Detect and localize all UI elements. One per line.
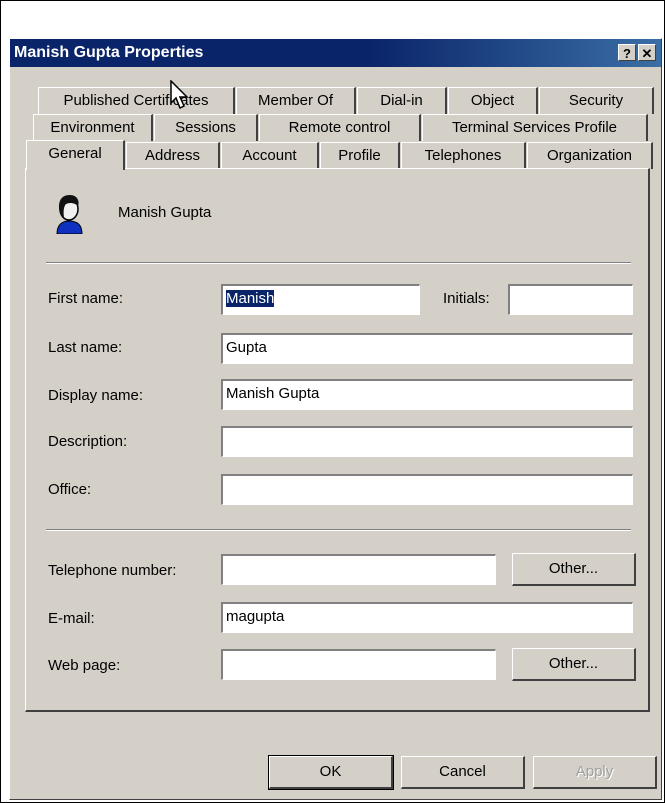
dialog-title: Manish Gupta Properties: [14, 44, 204, 61]
close-button[interactable]: ✕: [638, 44, 656, 61]
tab-object[interactable]: Object: [448, 87, 538, 114]
office-field[interactable]: [221, 474, 633, 505]
first-name-field[interactable]: Manish: [221, 284, 420, 315]
description-field[interactable]: [221, 426, 633, 457]
mouse-cursor-icon: [170, 80, 189, 110]
first-name-label: First name:: [48, 290, 124, 307]
webpage-label: Web page:: [48, 657, 121, 674]
display-name-label: Display name:: [48, 387, 144, 404]
tab-security[interactable]: Security: [539, 87, 654, 114]
tab-telephones[interactable]: Telephones: [401, 142, 526, 169]
separator-bottom: [46, 529, 631, 531]
tab-profile[interactable]: Profile: [320, 142, 400, 169]
last-name-field[interactable]: Gupta: [221, 333, 633, 364]
tab-general[interactable]: General: [26, 140, 125, 170]
initials-field[interactable]: [508, 284, 633, 315]
email-field[interactable]: magupta: [221, 602, 633, 633]
tab-environment[interactable]: Environment: [33, 114, 153, 141]
description-label: Description:: [48, 433, 128, 450]
user-display-name: Manish Gupta: [118, 204, 212, 221]
help-button[interactable]: ?: [618, 44, 636, 61]
tab-published-certificates[interactable]: Published Certificates: [38, 87, 235, 114]
tab-organization[interactable]: Organization: [527, 142, 653, 169]
user-icon: [56, 195, 83, 234]
tab-dial-in[interactable]: Dial-in: [357, 87, 447, 114]
cancel-button[interactable]: Cancel: [401, 756, 525, 789]
ok-button[interactable]: OK: [268, 755, 394, 790]
telephone-label: Telephone number:: [48, 562, 177, 579]
separator-top: [46, 262, 631, 264]
display-name-field[interactable]: Manish Gupta: [221, 379, 633, 410]
tab-remote-control[interactable]: Remote control: [259, 114, 421, 141]
apply-button[interactable]: Apply: [533, 756, 657, 789]
general-tab-panel: Manish Gupta First name: Manish Initials…: [25, 168, 650, 712]
tab-member-of[interactable]: Member Of: [236, 87, 356, 114]
telephone-other-button[interactable]: Other...: [512, 553, 636, 586]
initials-label: Initials:: [443, 290, 490, 307]
telephone-field[interactable]: [221, 554, 496, 585]
tab-sessions[interactable]: Sessions: [154, 114, 258, 141]
last-name-label: Last name:: [48, 339, 123, 356]
webpage-field[interactable]: [221, 649, 496, 680]
tab-address[interactable]: Address: [126, 142, 220, 169]
email-label: E-mail:: [48, 610, 95, 627]
title-bar[interactable]: Manish Gupta Properties ? ✕: [10, 39, 661, 67]
office-label: Office:: [48, 481, 92, 498]
first-name-value: Manish: [226, 290, 275, 307]
tab-terminal-services-profile[interactable]: Terminal Services Profile: [422, 114, 648, 141]
tab-account[interactable]: Account: [221, 142, 319, 169]
webpage-other-button[interactable]: Other...: [512, 648, 636, 681]
